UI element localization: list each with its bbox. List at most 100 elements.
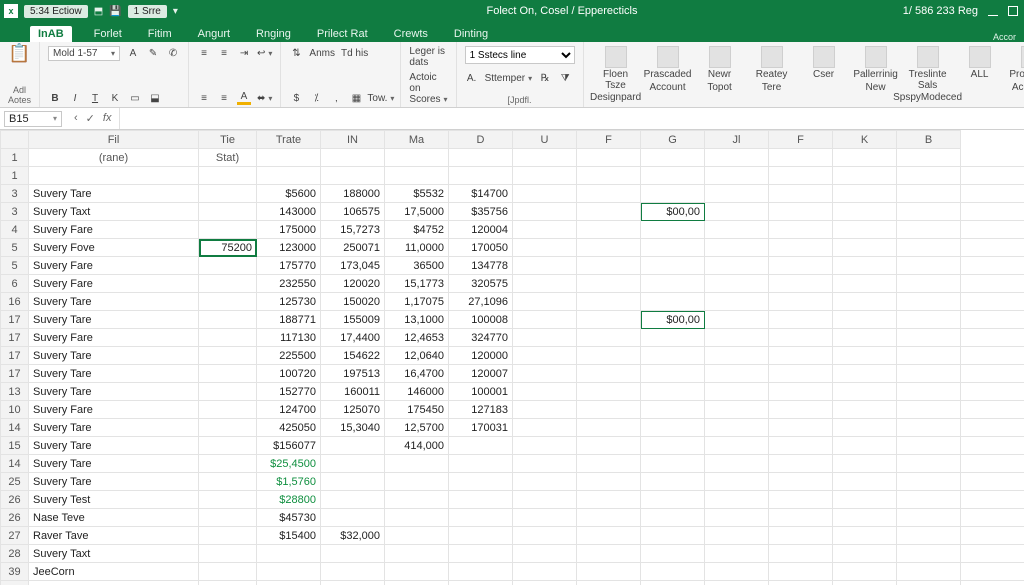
cell[interactable] — [513, 581, 577, 585]
cell[interactable] — [769, 347, 833, 365]
cell[interactable]: Suvery Tare — [29, 365, 199, 383]
cell[interactable] — [385, 509, 449, 527]
cell[interactable] — [449, 455, 513, 473]
col-header[interactable]: Fil — [29, 131, 199, 149]
cell[interactable]: $5532 — [385, 185, 449, 203]
cell[interactable] — [641, 329, 705, 347]
table-row[interactable]: 6Suvery Fare23255012002015,1773320575 — [1, 275, 1024, 293]
cell[interactable] — [29, 167, 199, 185]
tab-forlet[interactable]: Forlet — [90, 26, 126, 42]
cell[interactable] — [961, 401, 1024, 419]
col-header[interactable]: F — [769, 131, 833, 149]
cell[interactable] — [833, 401, 897, 419]
cell[interactable] — [321, 473, 385, 491]
cell[interactable]: 117130 — [257, 329, 321, 347]
cell[interactable] — [833, 167, 897, 185]
cell[interactable]: 120000 — [449, 347, 513, 365]
font-name-select[interactable]: Mold 1-57 — [48, 46, 120, 61]
cell[interactable]: 15,3040 — [321, 419, 385, 437]
cell[interactable] — [705, 239, 769, 257]
cell[interactable] — [641, 455, 705, 473]
cell[interactable]: $1,5760 — [257, 473, 321, 491]
cell[interactable] — [513, 491, 577, 509]
cell[interactable] — [577, 383, 641, 401]
cell[interactable]: $14700 — [449, 185, 513, 203]
underline-button[interactable]: T — [88, 91, 102, 105]
row-header[interactable]: 17 — [1, 329, 29, 347]
cell[interactable] — [897, 401, 961, 419]
col-header[interactable]: Ma — [385, 131, 449, 149]
cell[interactable] — [199, 275, 257, 293]
cell[interactable]: 16,4700 — [385, 365, 449, 383]
cell[interactable] — [769, 257, 833, 275]
table-row[interactable]: 26Nase Teve$45730 — [1, 509, 1024, 527]
cell[interactable] — [833, 509, 897, 527]
cell[interactable] — [199, 581, 257, 585]
cell[interactable]: 17,4400 — [321, 329, 385, 347]
cell[interactable]: 143000 — [257, 203, 321, 221]
cell[interactable] — [705, 293, 769, 311]
cell[interactable]: Nase Teve — [29, 509, 199, 527]
actoic-dropdown[interactable]: Actoic on Scores — [409, 72, 447, 105]
cell[interactable] — [769, 293, 833, 311]
cell[interactable] — [449, 527, 513, 545]
cell[interactable]: 123000 — [257, 239, 321, 257]
row-header[interactable]: 17 — [1, 365, 29, 383]
ribbon-big-1[interactable]: PrascadedAccount — [644, 46, 692, 93]
cell[interactable] — [769, 275, 833, 293]
table-row[interactable]: 39JeeCorn — [1, 563, 1024, 581]
cell[interactable]: 188000 — [321, 185, 385, 203]
cell[interactable] — [897, 329, 961, 347]
cell[interactable] — [705, 185, 769, 203]
cell[interactable] — [385, 167, 449, 185]
cell[interactable] — [833, 347, 897, 365]
cell[interactable]: 12,4653 — [385, 329, 449, 347]
tab-rnging[interactable]: Rnging — [252, 26, 295, 42]
cell[interactable] — [833, 185, 897, 203]
cell[interactable]: 124700 — [257, 401, 321, 419]
cell[interactable] — [897, 419, 961, 437]
table-row[interactable]: 14Suvery Tare$25,4500 — [1, 455, 1024, 473]
cell[interactable] — [641, 437, 705, 455]
row-header[interactable]: 14 — [1, 419, 29, 437]
cell[interactable] — [705, 401, 769, 419]
align-left-icon[interactable]: ≡ — [197, 46, 211, 60]
header-cell[interactable]: (rane) — [29, 149, 199, 167]
cell[interactable] — [897, 581, 961, 585]
row-header[interactable]: 13 — [1, 383, 29, 401]
select-all-corner[interactable] — [1, 131, 29, 149]
cell[interactable]: Suvery Tare — [29, 473, 199, 491]
table-row[interactable]: 29 — [1, 581, 1024, 585]
cell[interactable]: Suvery Taxt — [29, 203, 199, 221]
cell[interactable] — [833, 437, 897, 455]
cell[interactable] — [449, 437, 513, 455]
cell[interactable] — [961, 437, 1024, 455]
spreadsheet-grid[interactable]: FilTieTrateINMaDUFGJlFKB 1(rane)Stat) 13… — [0, 130, 1024, 585]
cell[interactable] — [705, 221, 769, 239]
cell[interactable] — [897, 437, 961, 455]
cell[interactable]: 106575 — [321, 203, 385, 221]
selects-dropdown[interactable]: 1 Sstecs line — [465, 46, 575, 64]
tow-label[interactable]: Tow. — [369, 91, 392, 105]
cell[interactable]: 12,5700 — [385, 419, 449, 437]
cell[interactable] — [257, 545, 321, 563]
col-header[interactable]: F — [577, 131, 641, 149]
cell[interactable] — [705, 581, 769, 585]
cell[interactable] — [833, 527, 897, 545]
cell[interactable] — [705, 329, 769, 347]
chevron-down-icon[interactable]: ▾ — [173, 6, 178, 17]
ribbon-big-7[interactable]: ALL — [956, 46, 1004, 83]
cell[interactable] — [833, 221, 897, 239]
cell[interactable] — [385, 563, 449, 581]
cell[interactable] — [513, 419, 577, 437]
row-header[interactable]: 14 — [1, 455, 29, 473]
header-cell[interactable] — [257, 149, 321, 167]
cell[interactable] — [513, 527, 577, 545]
cell[interactable] — [833, 203, 897, 221]
table-row[interactable]: 17Suvery Tare10072019751316,4700120007 — [1, 365, 1024, 383]
cell[interactable] — [577, 401, 641, 419]
cell[interactable]: 154622 — [321, 347, 385, 365]
cell[interactable] — [321, 167, 385, 185]
num-icon[interactable]: ℞ — [538, 72, 552, 86]
column-header-row[interactable]: FilTieTrateINMaDUFGJlFKB — [1, 131, 1024, 149]
